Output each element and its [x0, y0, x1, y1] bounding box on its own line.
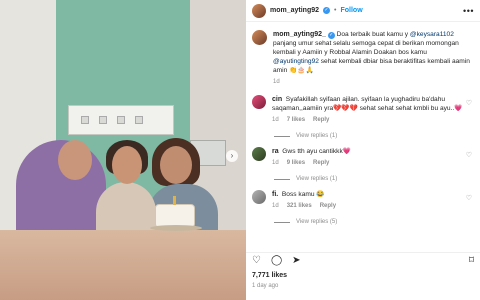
post-header: mom_ayting92 ✓ • Follow ••• — [246, 0, 480, 22]
post-actions: ♡ ◯ ➤ ⌑ — [246, 252, 480, 266]
post-photo[interactable]: › — [0, 0, 246, 300]
follow-button[interactable]: Follow — [340, 7, 362, 14]
comment-likes[interactable]: 9 likes — [287, 159, 305, 168]
comment-text: Gws tth ayu cantikkk💗 — [282, 148, 351, 155]
comment-like-icon[interactable]: ♡ — [466, 151, 472, 159]
instagram-post-view: › mom_ayting92 ✓ • Follow ••• mom_ayting… — [0, 0, 480, 300]
caption: mom_ayting92_ ✓ Doa terbaik buat kamu y … — [252, 30, 474, 87]
commenter-username[interactable]: fi. — [272, 191, 278, 198]
comment-time: 1d — [272, 117, 279, 123]
comment-time: 1d — [272, 203, 279, 209]
view-replies-label[interactable]: View replies (1) — [296, 176, 337, 182]
comment-text: Boss kamu 😂 — [281, 191, 325, 198]
caption-avatar[interactable] — [252, 30, 267, 45]
hospital-bed — [0, 230, 246, 300]
caption-text: Doa terbaik buat kamu y — [336, 31, 410, 38]
woman-face — [58, 140, 92, 180]
reply-button[interactable]: Reply — [313, 159, 329, 168]
view-replies-label[interactable]: View replies (1) — [296, 133, 337, 139]
separator-dot: • — [334, 7, 337, 14]
author-username[interactable]: mom_ayting92 — [270, 7, 319, 14]
comment-text: Syafakillah syifaan ajilan. syifaan la y… — [272, 96, 463, 112]
commenter-avatar[interactable] — [252, 190, 266, 204]
caption-time: 1d — [273, 79, 280, 85]
reply-button[interactable]: Reply — [320, 202, 336, 211]
woman-face — [160, 146, 192, 184]
comment-icon[interactable]: ◯ — [271, 255, 282, 266]
caption-mention[interactable]: @ayutingting92 — [273, 58, 319, 65]
author-avatar[interactable] — [252, 3, 266, 18]
commenter-username[interactable]: cin — [272, 96, 282, 103]
view-replies[interactable]: View replies (1) — [274, 133, 474, 139]
comment-item: cin Syafakillah syifaan ajilan. syifaan … — [252, 95, 474, 125]
comment-like-icon[interactable]: ♡ — [466, 194, 472, 202]
comment-item: fi. Boss kamu 😂 1d 321 likes Reply ♡ — [252, 190, 474, 211]
view-replies-label[interactable]: View replies (5) — [296, 219, 337, 225]
cake-candle — [173, 196, 176, 205]
comment-likes[interactable]: 321 likes — [287, 202, 312, 211]
more-options-icon[interactable]: ••• — [463, 6, 474, 16]
verified-icon: ✓ — [327, 32, 335, 39]
caption-text: panjang umur sehat selalu semoga cepat d… — [273, 40, 459, 56]
commenter-avatar[interactable] — [252, 95, 266, 109]
likes-count[interactable]: 7,771 likes — [252, 272, 287, 279]
caption-username[interactable]: mom_ayting92_ — [273, 31, 326, 38]
commenter-avatar[interactable] — [252, 147, 266, 161]
post-time-ago: 1 day ago — [252, 283, 279, 289]
share-icon[interactable]: ➤ — [292, 255, 300, 266]
comment-like-icon[interactable]: ♡ — [466, 99, 472, 107]
caption-mention[interactable]: @keysara1102 — [410, 31, 454, 38]
comment-time: 1d — [272, 160, 279, 166]
commenter-username[interactable]: ra — [272, 148, 279, 155]
bookmark-icon[interactable]: ⌑ — [469, 255, 474, 266]
post-sidebar: mom_ayting92 ✓ • Follow ••• mom_ayting92… — [246, 0, 480, 300]
bedhead-panel — [68, 105, 174, 135]
view-replies[interactable]: View replies (5) — [274, 219, 474, 225]
patient-face — [112, 146, 142, 184]
comment-likes[interactable]: 7 likes — [287, 116, 305, 125]
view-replies[interactable]: View replies (1) — [274, 176, 474, 182]
like-icon[interactable]: ♡ — [252, 255, 261, 266]
carousel-next-button[interactable]: › — [226, 150, 238, 162]
birthday-cake — [150, 204, 202, 231]
comment-item: ra Gws tth ayu cantikkk💗 1d 9 likes Repl… — [252, 147, 474, 168]
comments-list[interactable]: mom_ayting92_ ✓ Doa terbaik buat kamu y … — [246, 24, 480, 248]
reply-button[interactable]: Reply — [313, 116, 329, 125]
verified-icon: ✓ — [323, 7, 331, 14]
